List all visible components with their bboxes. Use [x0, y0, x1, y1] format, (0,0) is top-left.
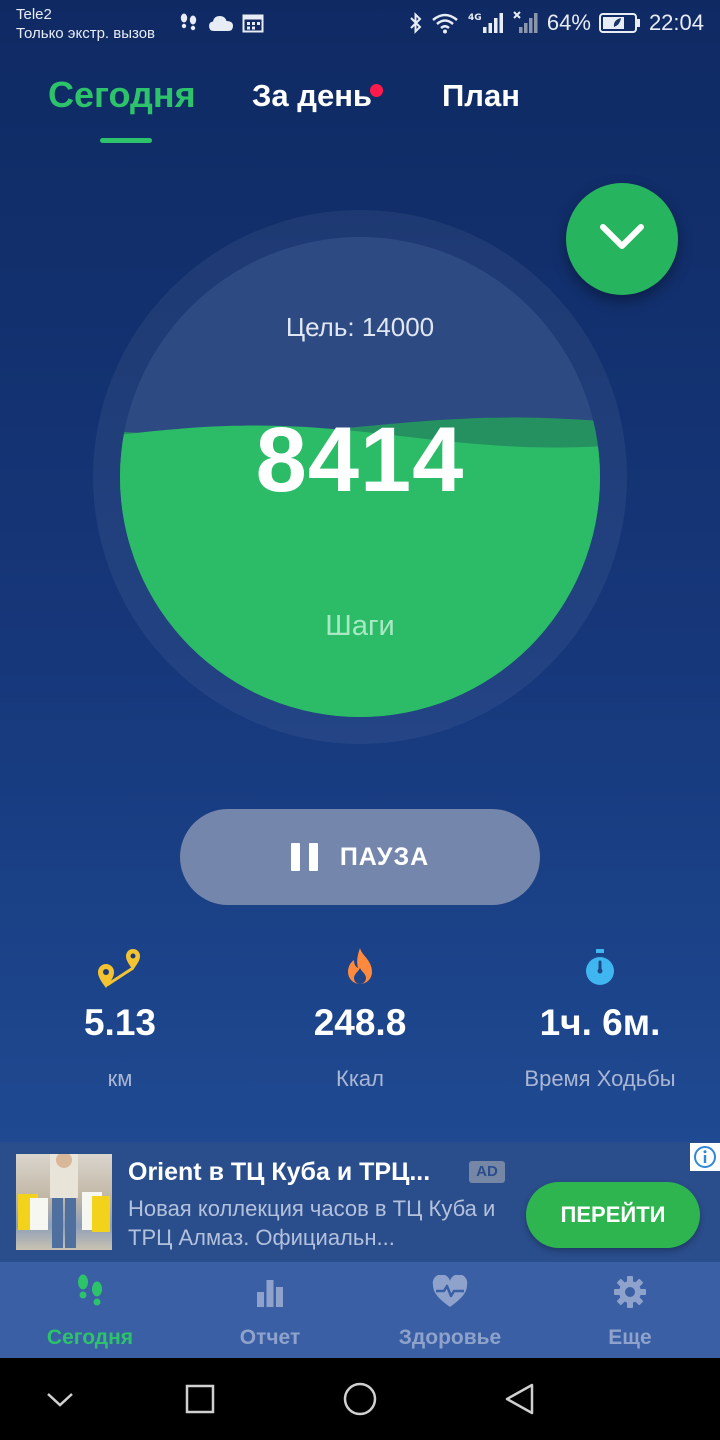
- ad-badge: AD: [469, 1161, 505, 1183]
- distance-pins-icon: [0, 940, 240, 996]
- walking-time-value: 1ч. 6м.: [539, 1002, 661, 1043]
- nav-today[interactable]: Сегодня: [0, 1272, 180, 1350]
- calories-label: Ккал: [336, 1066, 384, 1091]
- status-notification-icons: [178, 12, 264, 34]
- pause-icon: [290, 843, 318, 871]
- collapse-button[interactable]: [566, 183, 678, 295]
- carrier-name: Tele2: [16, 6, 52, 23]
- stat-calories: 248.8 Ккал: [240, 940, 480, 1092]
- nav-more[interactable]: Еще: [540, 1272, 720, 1350]
- nav-report[interactable]: Отчет: [180, 1272, 360, 1350]
- carrier-note: Только экстр. вызов: [16, 25, 156, 42]
- notification-dot: [370, 84, 383, 97]
- chevron-down-icon: [597, 221, 647, 258]
- gear-icon: [540, 1272, 720, 1312]
- back-icon[interactable]: [500, 1379, 540, 1419]
- nav-health[interactable]: Здоровье: [360, 1272, 540, 1350]
- cloud-icon: [208, 14, 234, 32]
- wifi-icon: [431, 12, 459, 34]
- hide-keyboard-chevron-icon[interactable]: [40, 1379, 80, 1419]
- flame-icon: [240, 940, 480, 996]
- cellular-no-service-icon: [513, 11, 539, 35]
- svg-text:4G: 4G: [468, 13, 482, 23]
- tab-plan[interactable]: План: [442, 78, 520, 114]
- carrier-info: Tele2 Только экстр. вызов: [16, 5, 155, 43]
- ad-image[interactable]: [16, 1154, 112, 1250]
- clock: 22:04: [648, 10, 704, 35]
- tab-day[interactable]: За день: [252, 78, 372, 114]
- stat-walking-time: 1ч. 6м. Время Ходьбы: [480, 940, 720, 1092]
- status-bar: Tele2 Только экстр. вызов 4G 64% 22:04: [0, 0, 720, 50]
- home-icon[interactable]: [340, 1379, 380, 1419]
- footsteps-icon: [0, 1272, 180, 1312]
- nav-label-today: Сегодня: [46, 1326, 134, 1349]
- nav-label-health: Здоровье: [398, 1326, 502, 1349]
- bottom-navigation: Сегодня Отчет Здоровье Еще: [0, 1262, 720, 1358]
- status-indicators: 4G 64% 22:04: [409, 10, 704, 36]
- active-tab-indicator: [100, 138, 152, 143]
- system-navigation-bar: [0, 1358, 720, 1440]
- battery-icon: [598, 12, 641, 34]
- steps-label: Шаги: [325, 610, 395, 642]
- recent-apps-icon[interactable]: [180, 1379, 220, 1419]
- heart-pulse-icon: [360, 1272, 540, 1312]
- calendar-icon: [242, 13, 264, 33]
- pause-button[interactable]: ПАУЗА: [180, 809, 540, 905]
- ad-info-icon[interactable]: [690, 1143, 720, 1171]
- steps-count: 8414: [255, 409, 465, 511]
- goal-label: Цель: 14000: [285, 312, 435, 342]
- nav-label-report: Отчет: [239, 1326, 301, 1349]
- bar-chart-icon: [180, 1272, 360, 1312]
- battery-percent: 64%: [546, 10, 591, 35]
- ad-banner[interactable]: Orient в ТЦ Куба и ТРЦ... AD Новая колле…: [0, 1142, 720, 1262]
- stopwatch-icon: [480, 940, 720, 996]
- walking-time-label: Время Ходьбы: [524, 1066, 676, 1091]
- ad-title[interactable]: Orient в ТЦ Куба и ТРЦ...: [128, 1158, 430, 1187]
- calories-value: 248.8: [313, 1002, 407, 1043]
- ad-description[interactable]: Новая коллекция часов в ТЦ Куба и ТРЦ Ал…: [128, 1194, 508, 1252]
- tab-today[interactable]: Сегодня: [48, 74, 196, 116]
- cellular-4g-icon: 4G: [467, 11, 505, 35]
- stat-distance: 5.13 км: [0, 940, 240, 1092]
- distance-value: 5.13: [83, 1002, 156, 1043]
- pause-label: ПАУЗА: [339, 842, 430, 871]
- top-tabs: Сегодня За день План: [0, 72, 720, 152]
- footsteps-notification-icon: [178, 12, 200, 34]
- distance-label: км: [107, 1066, 133, 1091]
- nav-label-more: Еще: [608, 1326, 652, 1349]
- ad-cta-button[interactable]: ПЕРЕЙТИ: [526, 1182, 700, 1248]
- bluetooth-icon: [409, 11, 423, 35]
